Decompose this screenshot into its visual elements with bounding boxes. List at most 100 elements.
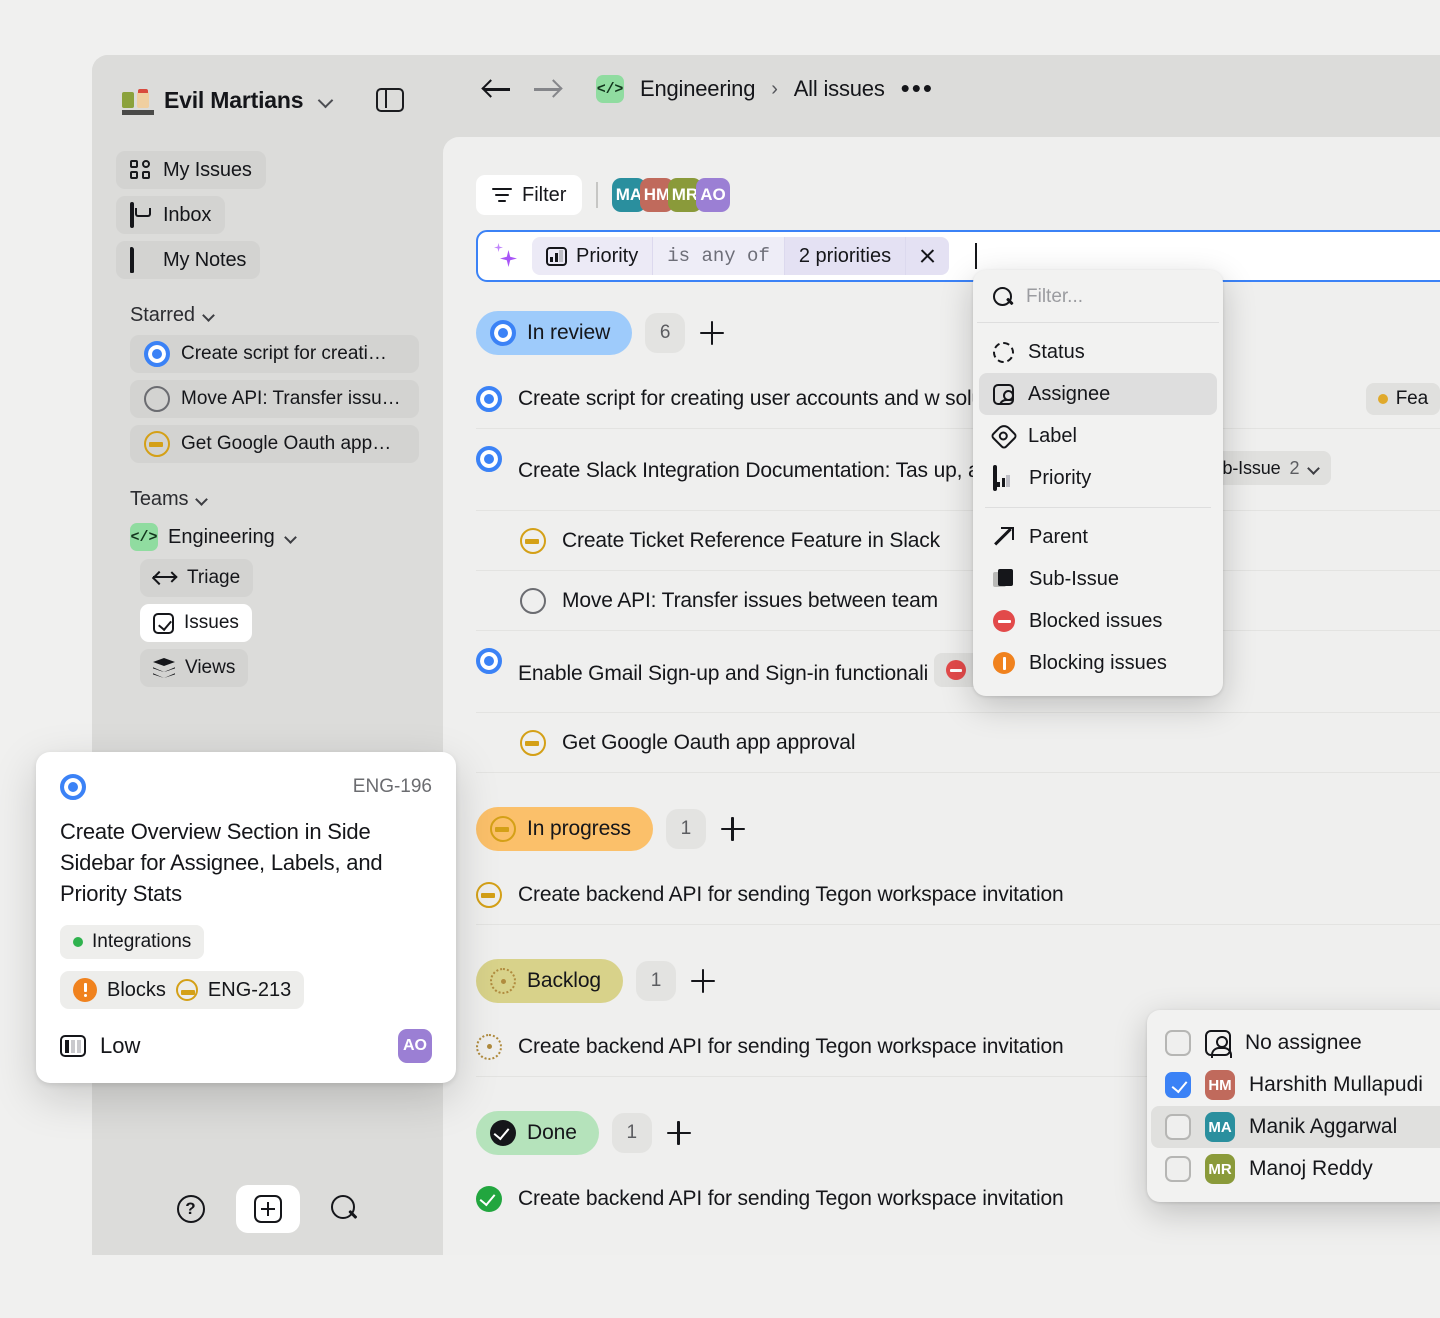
plus-icon[interactable] xyxy=(698,319,726,347)
menu-item-assignee[interactable]: Assignee xyxy=(979,373,1217,415)
group-status-pill[interactable]: In progress xyxy=(476,807,653,851)
text-caret xyxy=(975,243,977,269)
sidebar-item-triage[interactable]: Triage xyxy=(140,559,253,597)
status-in-review-icon[interactable] xyxy=(476,386,502,412)
status-backlog-icon xyxy=(490,968,516,994)
workspace-header[interactable]: Evil Martians xyxy=(92,55,443,145)
starred-item-label: Get Google Oauth app… xyxy=(181,433,391,455)
issue-priority[interactable]: Low xyxy=(60,1033,140,1059)
menu-item-status[interactable]: Status xyxy=(979,331,1217,373)
evil-martians-logo xyxy=(122,85,154,115)
menu-search-input[interactable]: Filter... xyxy=(1026,286,1083,308)
table-row[interactable]: Move API: Transfer issues between team xyxy=(476,571,1440,631)
filter-input[interactable]: Priority is any of 2 priorities xyxy=(476,230,1440,282)
status-todo-icon[interactable] xyxy=(520,588,546,614)
plus-icon[interactable] xyxy=(719,815,747,843)
group-status-pill[interactable]: Backlog xyxy=(476,959,623,1003)
chevron-down-icon[interactable] xyxy=(319,94,332,107)
sidebar-toggle-icon[interactable] xyxy=(376,88,404,112)
table-row[interactable]: Create backend API for sending Tegon wor… xyxy=(476,865,1440,925)
menu-item-priority[interactable]: Priority xyxy=(979,457,1217,499)
menu-search-row[interactable]: Filter... xyxy=(977,280,1219,323)
grid-icon xyxy=(130,159,152,181)
status-in-progress-icon[interactable] xyxy=(520,528,546,554)
issue-label-chip[interactable]: Fea xyxy=(1366,383,1440,415)
starred-item[interactable]: Move API: Transfer issu… xyxy=(130,380,419,418)
chevron-down-icon[interactable] xyxy=(196,494,207,505)
plus-icon[interactable] xyxy=(689,967,717,995)
menu-item-blocked-issues[interactable]: Blocked issues xyxy=(979,600,1217,642)
close-icon xyxy=(919,248,936,265)
issue-label-chip[interactable]: Integrations xyxy=(60,925,204,959)
checkbox[interactable] xyxy=(1165,1072,1191,1098)
menu-item-label: Status xyxy=(1028,341,1085,364)
avatar[interactable]: AO xyxy=(398,1029,432,1063)
assignee-option-manik[interactable]: MA Manik Aggarwal xyxy=(1151,1106,1440,1148)
chevron-down-icon[interactable] xyxy=(285,532,296,543)
checkbox[interactable] xyxy=(1165,1114,1191,1140)
starred-item[interactable]: Get Google Oauth app… xyxy=(130,425,419,463)
menu-item-blocking-issues[interactable]: Blocking issues xyxy=(979,642,1217,684)
filter-pill-value[interactable]: 2 priorities xyxy=(785,237,906,275)
help-button[interactable]: ? xyxy=(174,1192,208,1226)
issue-group-header[interactable]: In review 6 xyxy=(476,305,1440,355)
assignee-option-no-assignee[interactable]: No assignee xyxy=(1151,1022,1440,1064)
arrow-left-icon[interactable] xyxy=(480,72,514,106)
sidebar-item-my-issues[interactable]: My Issues xyxy=(116,151,266,189)
breadcrumb-view[interactable]: All issues xyxy=(794,76,885,102)
checkbox[interactable] xyxy=(1165,1030,1191,1056)
menu-item-parent[interactable]: Parent xyxy=(979,516,1217,558)
filter-pill-clear-button[interactable] xyxy=(906,237,949,275)
filter-button[interactable]: Filter xyxy=(476,175,582,215)
status-in-review-icon[interactable] xyxy=(476,648,502,674)
menu-item-sub-issue[interactable]: Sub-Issue xyxy=(979,558,1217,600)
chevron-down-icon[interactable] xyxy=(203,310,214,321)
blocks-relation-chip[interactable]: Blocks ENG-213 xyxy=(60,971,304,1009)
table-row[interactable]: Enable Gmail Sign-up and Sign-in functio… xyxy=(476,631,1440,713)
plus-icon[interactable] xyxy=(665,1119,693,1147)
assignee-option-manoj[interactable]: MR Manoj Reddy xyxy=(1151,1148,1440,1190)
filter-pill-property[interactable]: Priority xyxy=(532,237,653,275)
status-in-progress-icon xyxy=(490,816,516,842)
sidebar-item-inbox[interactable]: Inbox xyxy=(116,196,225,234)
add-issue-button[interactable] xyxy=(236,1185,300,1233)
menu-item-label[interactable]: Label xyxy=(979,415,1217,457)
status-done-icon[interactable] xyxy=(476,1186,502,1212)
table-row[interactable]: Create Ticket Reference Feature in Slack xyxy=(476,511,1440,571)
sidebar-nav: My Issues Inbox My Notes xyxy=(92,145,443,279)
avatar[interactable]: AO xyxy=(696,178,730,212)
arrow-right-icon[interactable] xyxy=(530,72,564,106)
status-in-review-icon[interactable] xyxy=(476,446,502,472)
issue-group-header[interactable]: Backlog 1 xyxy=(476,953,1440,1003)
starred-section-header[interactable]: Starred xyxy=(92,286,443,335)
table-row[interactable]: Create Slack Integration Documentation: … xyxy=(476,429,1440,511)
issue-group-header[interactable]: In progress 1 xyxy=(476,801,1440,851)
status-in-review-icon[interactable] xyxy=(60,774,86,800)
status-in-progress-icon[interactable] xyxy=(476,882,502,908)
assignee-option-harshith[interactable]: HM Harshith Mullapudi xyxy=(1151,1064,1440,1106)
issue-preview-card[interactable]: ENG-196 Create Overview Section in Side … xyxy=(36,752,456,1083)
filter-pill-operator[interactable]: is any of xyxy=(653,237,785,275)
parent-arrow-icon xyxy=(993,526,1015,548)
breadcrumb-team[interactable]: Engineering xyxy=(640,76,755,102)
group-status-pill[interactable]: Done xyxy=(476,1111,599,1155)
sidebar-item-views[interactable]: Views xyxy=(140,649,248,687)
group-status-pill[interactable]: In review xyxy=(476,311,632,355)
table-row[interactable]: Get Google Oauth app approval xyxy=(476,713,1440,773)
teams-section-header[interactable]: Teams xyxy=(92,470,443,519)
status-in-progress-icon[interactable] xyxy=(520,730,546,756)
issue-id: ENG-196 xyxy=(353,776,432,798)
ellipsis-icon[interactable]: ••• xyxy=(901,81,934,97)
checkbox[interactable] xyxy=(1165,1156,1191,1182)
table-row[interactable]: Create script for creating user accounts… xyxy=(476,369,1440,429)
search-button[interactable] xyxy=(328,1192,362,1226)
sidebar-item-my-notes[interactable]: My Notes xyxy=(116,241,260,279)
menu-item-label: Parent xyxy=(1029,526,1088,549)
chevron-down-icon[interactable] xyxy=(1308,463,1319,474)
starred-item[interactable]: Create script for creati… xyxy=(130,335,419,373)
status-backlog-icon[interactable] xyxy=(476,1034,502,1060)
team-engineering[interactable]: </> Engineering xyxy=(92,519,443,555)
sidebar-item-issues[interactable]: Issues xyxy=(140,604,252,642)
blocks-ref[interactable]: ENG-213 xyxy=(208,979,291,1002)
sidebar-footer: ? xyxy=(92,1185,443,1233)
